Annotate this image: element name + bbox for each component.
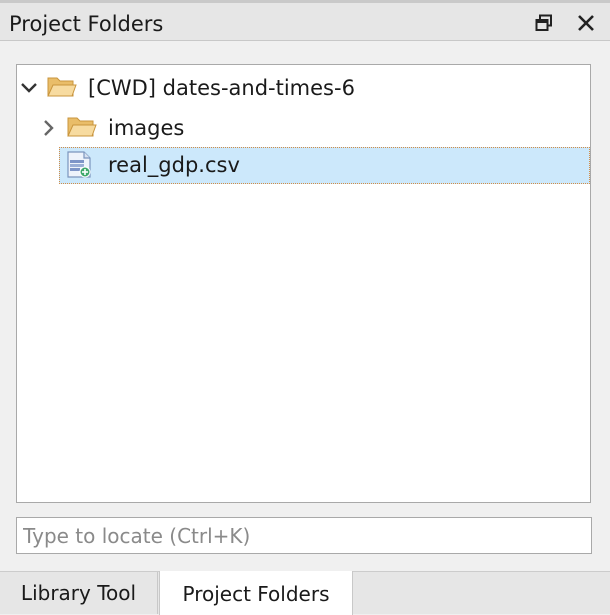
- tree-item-root[interactable]: [CWD] dates-and-times-6: [17, 69, 590, 107]
- tree-item-label: images: [108, 116, 185, 140]
- tab-label: Project Folders: [182, 582, 330, 606]
- csv-file-icon: [67, 151, 91, 178]
- chevron-right-icon: [44, 120, 54, 136]
- restore-window-icon: [535, 14, 552, 31]
- folder-open-icon: [67, 117, 97, 137]
- tab-label: Library Tool: [20, 581, 137, 605]
- folder-tree: [CWD] dates-and-times-6 images real_gdp.…: [16, 64, 591, 503]
- locate-search-input[interactable]: [16, 517, 592, 554]
- tree-item-label: real_gdp.csv: [108, 153, 240, 177]
- tab-library-tool[interactable]: Library Tool: [0, 572, 158, 614]
- tree-item-label: [CWD] dates-and-times-6: [88, 76, 355, 100]
- tree-item-real-gdp-csv[interactable]: real_gdp.csv: [59, 147, 590, 184]
- chevron-down-icon: [21, 83, 37, 93]
- close-button[interactable]: [572, 9, 600, 37]
- close-icon: [578, 15, 594, 31]
- restore-window-button[interactable]: [530, 9, 558, 37]
- folder-open-icon: [47, 77, 77, 97]
- expand-toggle[interactable]: [39, 118, 59, 138]
- expand-toggle[interactable]: [19, 78, 39, 98]
- panel-titlebar: Project Folders: [0, 0, 610, 41]
- tree-item-images[interactable]: images: [17, 109, 590, 147]
- panel-title: Project Folders: [9, 12, 164, 36]
- tab-project-folders[interactable]: Project Folders: [159, 571, 353, 615]
- bottom-tab-bar: Library Tool Project Folders: [0, 571, 610, 615]
